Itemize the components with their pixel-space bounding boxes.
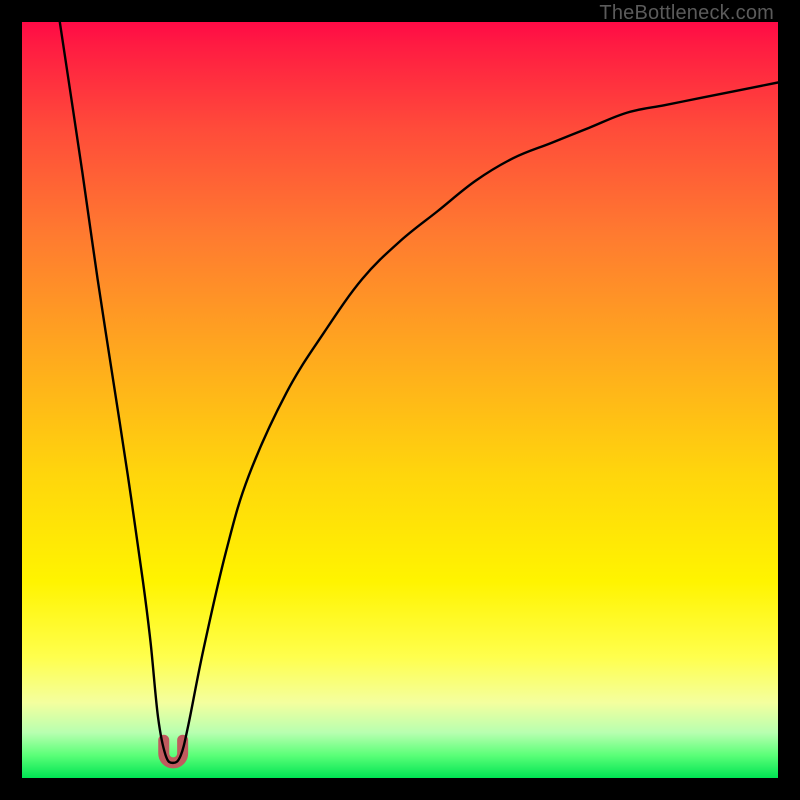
plot-area [22, 22, 778, 778]
bottleneck-curve [60, 22, 778, 763]
watermark-text: TheBottleneck.com [599, 2, 774, 25]
curve-layer [22, 22, 778, 778]
chart-frame: TheBottleneck.com [0, 0, 800, 800]
